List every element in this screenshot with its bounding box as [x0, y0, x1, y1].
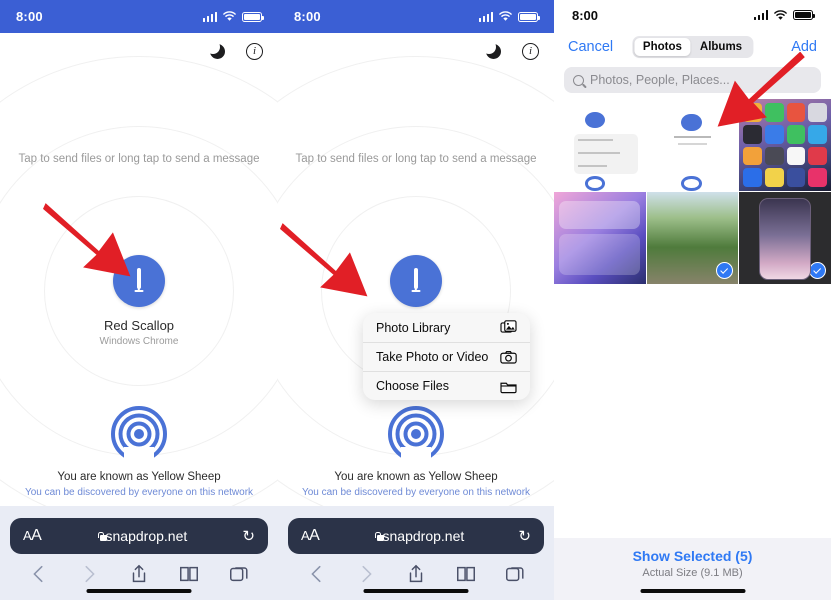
reload-icon[interactable]: ↻	[518, 527, 531, 545]
discoverable-text: You can be discovered by everyone on thi…	[301, 487, 531, 498]
safari-toolbar	[278, 554, 554, 585]
snapdrop-footer: You are known as Yellow Sheep You can be…	[0, 406, 278, 498]
snapdrop-footer: You are known as Yellow Sheep You can be…	[278, 406, 554, 498]
device-sub: Windows Chrome	[99, 336, 179, 347]
share-icon[interactable]	[405, 563, 427, 585]
photo-cell[interactable]	[739, 192, 831, 284]
cancel-button[interactable]: Cancel	[568, 39, 613, 55]
moon-icon[interactable]	[206, 40, 225, 59]
selected-check-icon	[808, 262, 826, 279]
domain-text: snapdrop.net	[105, 528, 188, 544]
forward-icon[interactable]	[78, 563, 100, 585]
battery-icon	[518, 11, 540, 22]
arrow-to-add-button	[674, 52, 819, 140]
battery-icon	[793, 10, 815, 20]
address-bar[interactable]: AA snapdrop.net ↻	[288, 518, 544, 554]
cellular-bars-icon	[202, 11, 217, 22]
status-bar: 8:00	[0, 0, 278, 33]
domain-text: snapdrop.net	[382, 528, 465, 544]
info-icon[interactable]: i	[522, 43, 539, 60]
snapdrop-top-icons: i	[206, 40, 263, 60]
arrow-to-left-device	[38, 202, 143, 277]
photo-cell[interactable]	[554, 192, 646, 284]
menu-item-label: Photo Library	[376, 320, 451, 335]
cellular-bars-icon	[753, 10, 768, 20]
status-time: 8:00	[294, 9, 321, 24]
status-bar: 8:00	[554, 0, 831, 30]
show-selected-button[interactable]: Show Selected (5)	[554, 548, 831, 564]
discoverable-text: You can be discovered by everyone on thi…	[24, 487, 254, 498]
status-time: 8:00	[572, 7, 599, 23]
known-as-text: You are known as Yellow Sheep	[334, 471, 498, 483]
photo-cell[interactable]	[646, 192, 739, 284]
moon-icon[interactable]	[482, 40, 501, 59]
status-bar: 8:00	[278, 0, 554, 33]
arrow-to-middle-device	[278, 222, 385, 302]
search-icon	[573, 74, 584, 86]
battery-icon	[242, 11, 264, 22]
photo-picker-panel: 8:00 Cancel Photos Albums Add Photos, Pe…	[554, 0, 831, 600]
text-size-button[interactable]: AA	[23, 527, 42, 545]
send-hint: Tap to send files or long tap to send a …	[295, 153, 537, 165]
tabs-icon[interactable]	[228, 563, 250, 585]
snapdrop-panel-left: 8:00 i Tap to send files or long tap to …	[0, 0, 278, 600]
snapdrop-top-icons: i	[482, 40, 539, 60]
info-icon[interactable]: i	[246, 43, 263, 60]
back-icon[interactable]	[306, 563, 328, 585]
camera-icon	[500, 350, 517, 364]
address-bar[interactable]: AA snapdrop.net ↻	[10, 518, 268, 554]
monitor-icon[interactable]	[390, 255, 442, 307]
wifi-icon	[222, 11, 237, 21]
menu-item-take-photo-or-video[interactable]: Take Photo or Video	[363, 342, 530, 371]
text-size-button[interactable]: AA	[301, 527, 320, 545]
reload-icon[interactable]: ↻	[242, 527, 255, 545]
address-bar-domain[interactable]: snapdrop.net	[41, 528, 242, 544]
menu-item-choose-files[interactable]: Choose Files	[363, 371, 530, 400]
snapdrop-panel-right: 8:00 i Tap to send files or long tap to …	[278, 0, 554, 600]
lock-icon	[97, 531, 108, 541]
bookmarks-icon[interactable]	[178, 563, 200, 585]
tabs-icon[interactable]	[504, 563, 526, 585]
menu-item-label: Take Photo or Video	[376, 350, 489, 364]
safari-bottom-bar: AA snapdrop.net ↻	[278, 506, 554, 600]
status-indicators	[753, 9, 815, 21]
safari-toolbar	[0, 554, 278, 585]
bookmarks-icon[interactable]	[455, 563, 477, 585]
send-hint: Tap to send files or long tap to send a …	[18, 153, 260, 165]
home-indicator	[363, 588, 469, 593]
status-time: 8:00	[16, 9, 43, 24]
safari-bottom-bar: AA snapdrop.net ↻	[0, 506, 278, 600]
photo-library-icon	[500, 320, 517, 333]
snapdrop-radar-icon	[111, 406, 167, 465]
home-indicator	[640, 588, 745, 593]
upload-source-context-menu: Photo Library Take Photo or Video Choose…	[363, 313, 530, 400]
wifi-icon	[773, 9, 788, 20]
cellular-bars-icon	[478, 11, 493, 22]
forward-icon[interactable]	[355, 563, 377, 585]
menu-item-label: Choose Files	[376, 379, 449, 393]
share-icon[interactable]	[128, 563, 150, 585]
folder-icon	[500, 382, 517, 393]
lock-icon	[374, 531, 385, 541]
snapdrop-radar-icon	[388, 406, 444, 465]
address-bar-domain[interactable]: snapdrop.net	[319, 528, 518, 544]
wifi-icon	[498, 11, 513, 21]
known-as-text: You are known as Yellow Sheep	[57, 471, 221, 483]
picker-footer: Show Selected (5) Actual Size (9.1 MB)	[554, 538, 831, 600]
home-indicator	[86, 588, 192, 593]
actual-size-label[interactable]: Actual Size (9.1 MB)	[554, 567, 831, 579]
status-indicators	[202, 11, 264, 22]
photo-cell[interactable]	[554, 99, 646, 191]
menu-item-photo-library[interactable]: Photo Library	[363, 313, 530, 342]
device-name: Red Scallop	[103, 318, 175, 333]
status-indicators	[478, 11, 540, 22]
back-icon[interactable]	[28, 563, 50, 585]
